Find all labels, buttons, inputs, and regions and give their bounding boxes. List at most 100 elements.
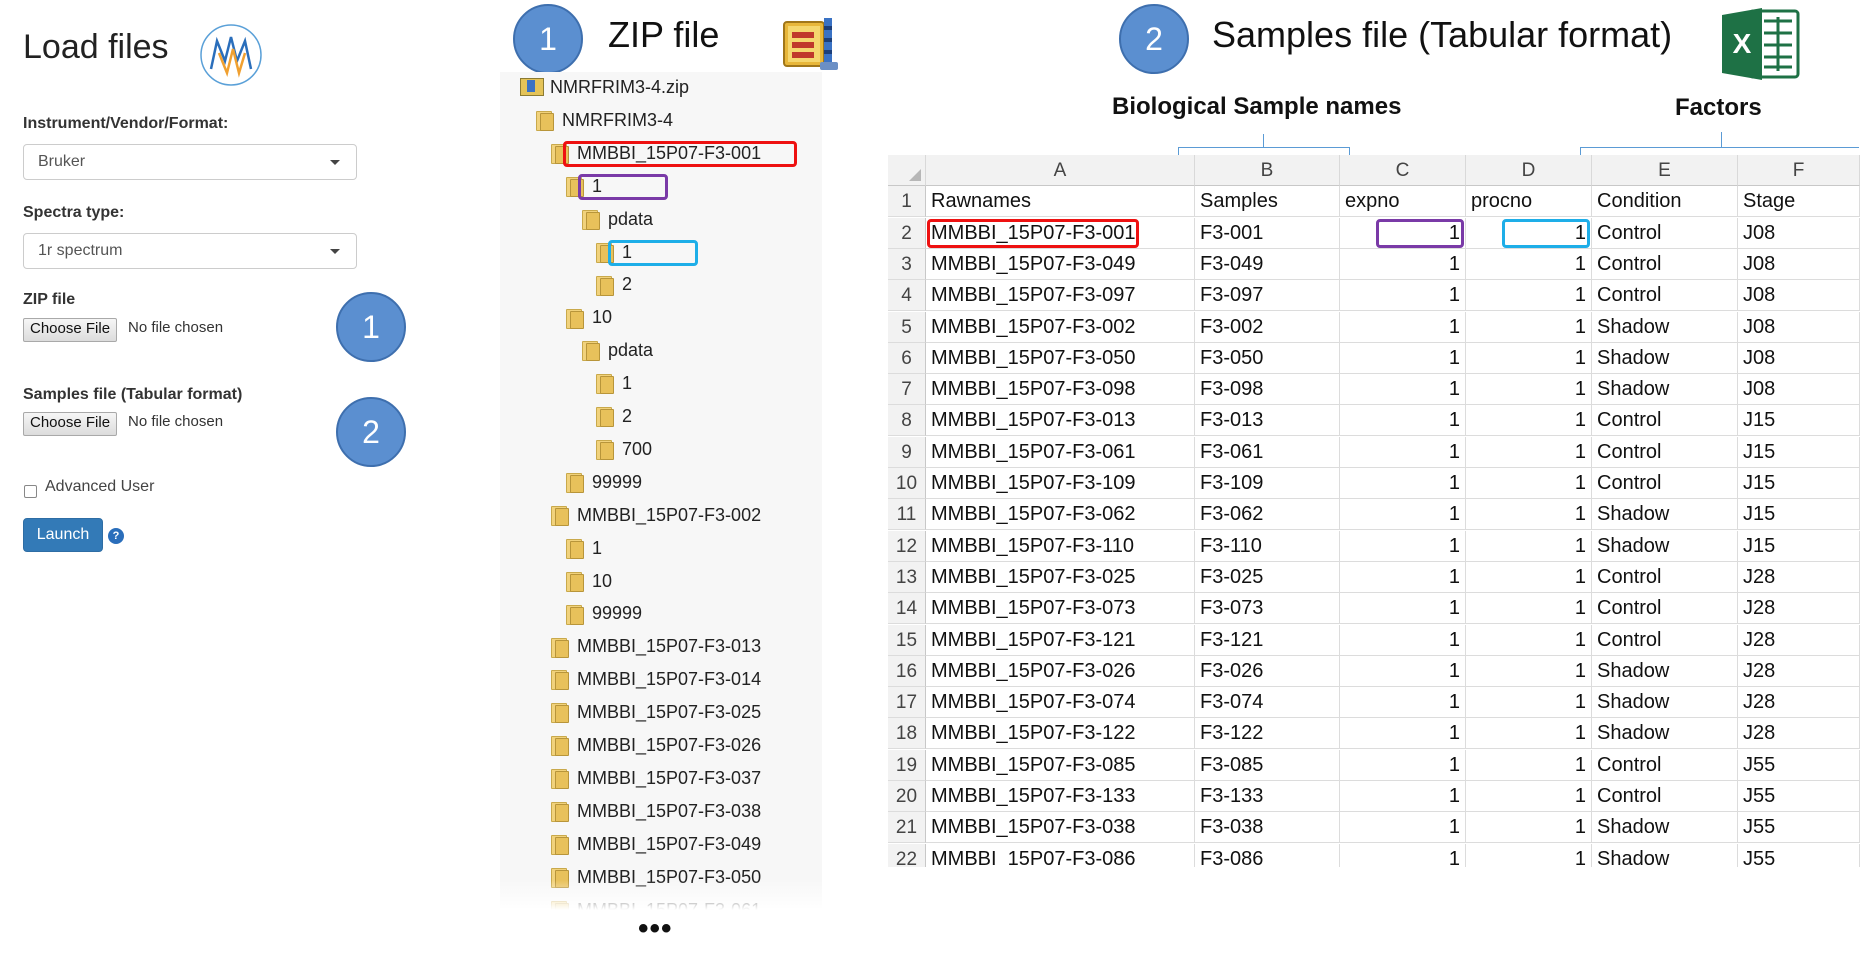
row-number[interactable]: 18 xyxy=(888,718,926,750)
table-cell: 1 xyxy=(1466,499,1592,531)
column-header[interactable]: D xyxy=(1466,155,1592,186)
table-cell: J15 xyxy=(1738,499,1860,531)
column-header[interactable]: E xyxy=(1592,155,1738,186)
column-header[interactable]: F xyxy=(1738,155,1860,186)
table-cell: 1 xyxy=(1340,561,1466,593)
row-number[interactable]: 7 xyxy=(888,374,926,406)
tree-item[interactable]: 2 xyxy=(594,273,632,303)
row-number[interactable]: 2 xyxy=(888,217,926,249)
tree-item[interactable]: MMBBI_15P07-F3-037 xyxy=(549,767,761,797)
tree-item[interactable]: NMRFRIM3-4 xyxy=(534,109,673,139)
row-number[interactable]: 13 xyxy=(888,561,926,593)
table-cell: MMBBI_15P07-F3-049 xyxy=(926,248,1195,280)
row-number[interactable]: 22 xyxy=(888,843,926,867)
table-cell: 1 xyxy=(1340,843,1466,867)
table-cell: J08 xyxy=(1738,217,1860,249)
row-number[interactable]: 19 xyxy=(888,749,926,781)
table-cell: 1 xyxy=(1340,687,1466,719)
tree-item[interactable]: 99999 xyxy=(564,602,642,632)
row-number[interactable]: 15 xyxy=(888,624,926,656)
row-number[interactable]: 1 xyxy=(888,186,926,218)
table-cell: Control xyxy=(1592,248,1738,280)
row-number[interactable]: 8 xyxy=(888,405,926,437)
tree-item[interactable]: 700 xyxy=(594,438,652,468)
tree-item[interactable]: MMBBI_15P07-F3-002 xyxy=(549,504,761,534)
sheet-corner[interactable] xyxy=(888,155,926,186)
table-cell: MMBBI_15P07-F3-002 xyxy=(926,311,1195,343)
tree-item-label: MMBBI_15P07-F3-002 xyxy=(577,504,762,525)
folder-icon xyxy=(549,670,569,691)
folder-icon xyxy=(549,769,569,790)
table-cell: Control xyxy=(1592,280,1738,312)
tree-item[interactable]: 10 xyxy=(564,306,612,336)
row-number[interactable]: 9 xyxy=(888,436,926,468)
row-number[interactable]: 4 xyxy=(888,280,926,312)
tree-item[interactable]: 1 xyxy=(564,537,602,567)
column-header[interactable]: C xyxy=(1340,155,1466,186)
svg-text:X: X xyxy=(1733,28,1752,59)
tree-item[interactable]: pdata xyxy=(580,339,653,369)
tree-item[interactable]: 2 xyxy=(594,405,632,435)
row-number[interactable]: 17 xyxy=(888,687,926,719)
folder-icon xyxy=(534,111,554,132)
tree-item[interactable]: MMBBI_15P07-F3-038 xyxy=(549,800,761,830)
tree-item-label: 1 xyxy=(592,537,603,558)
row-number[interactable]: 20 xyxy=(888,781,926,812)
table-cell: 1 xyxy=(1340,499,1466,531)
tree-item[interactable]: 1 xyxy=(594,372,632,402)
table-cell: 1 xyxy=(1466,749,1592,781)
tree-item[interactable]: MMBBI_15P07-F3-026 xyxy=(549,734,761,764)
tree-item-label: 99999 xyxy=(592,471,643,492)
tree-item[interactable]: 10 xyxy=(564,570,612,600)
header-cell: Samples xyxy=(1195,186,1340,218)
row-number[interactable]: 14 xyxy=(888,593,926,625)
launch-button[interactable]: Launch xyxy=(23,518,103,552)
folder-icon xyxy=(594,407,614,428)
spectra-type-label: Spectra type: xyxy=(23,204,125,221)
tree-item[interactable]: MMBBI_15P07-F3-014 xyxy=(549,668,761,698)
tree-item-label: pdata xyxy=(608,208,654,229)
folder-icon xyxy=(564,571,584,592)
row-number[interactable]: 12 xyxy=(888,530,926,562)
row-number[interactable]: 3 xyxy=(888,248,926,280)
header-cell: procno xyxy=(1466,186,1592,218)
table-cell: Control xyxy=(1592,561,1738,593)
zip-section-title: ZIP file xyxy=(608,14,720,55)
table-cell: 1 xyxy=(1466,561,1592,593)
row-number[interactable]: 21 xyxy=(888,812,926,844)
tree-item[interactable]: 99999 xyxy=(564,471,642,501)
column-header[interactable]: A xyxy=(926,155,1195,186)
tree-item[interactable]: MMBBI_15P07-F3-049 xyxy=(549,833,761,863)
table-cell: J28 xyxy=(1738,624,1860,656)
table-cell: 1 xyxy=(1466,248,1592,280)
row-number[interactable]: 11 xyxy=(888,499,926,531)
samples-choose-file-button[interactable]: Choose File xyxy=(23,412,118,436)
row-number[interactable]: 16 xyxy=(888,655,926,687)
table-cell: J08 xyxy=(1738,374,1860,406)
instrument-select[interactable]: Bruker xyxy=(23,144,357,180)
table-cell: J28 xyxy=(1738,655,1860,687)
tree-item[interactable]: MMBBI_15P07-F3-025 xyxy=(549,701,761,731)
row-number[interactable]: 10 xyxy=(888,468,926,499)
row-number[interactable]: 5 xyxy=(888,311,926,343)
folder-icon xyxy=(564,604,584,625)
factors-brace-tick xyxy=(1721,132,1722,147)
table-cell: 1 xyxy=(1340,655,1466,687)
zip-choose-file-button[interactable]: Choose File xyxy=(23,318,118,342)
select-all-icon xyxy=(909,169,921,181)
table-cell: MMBBI_15P07-F3-110 xyxy=(926,530,1195,562)
tree-highlight-purple xyxy=(578,173,668,200)
spectra-type-select[interactable]: 1r spectrum xyxy=(23,233,357,269)
tree-item[interactable]: pdata xyxy=(580,208,653,238)
table-cell: MMBBI_15P07-F3-109 xyxy=(926,468,1195,499)
tree-item[interactable]: MMBBI_15P07-F3-013 xyxy=(549,635,761,665)
column-header[interactable]: B xyxy=(1195,155,1340,186)
advanced-user-checkbox[interactable] xyxy=(24,485,37,498)
folder-icon xyxy=(549,834,569,855)
row-number[interactable]: 6 xyxy=(888,342,926,374)
spectra-type-select-value: 1r spectrum xyxy=(38,242,123,259)
help-icon[interactable]: ? xyxy=(108,528,124,544)
tree-item[interactable]: NMRFRIM3-4.zip xyxy=(520,76,689,106)
tree-item-label: 10 xyxy=(592,570,613,591)
table-cell: Shadow xyxy=(1592,812,1738,844)
